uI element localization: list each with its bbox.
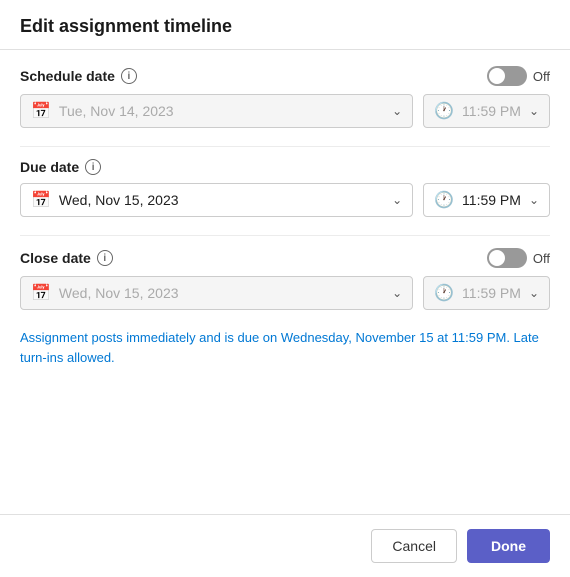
close-date-time-row: 📅 Wed, Nov 15, 2023 ⌄ 🕐 11:59 PM ⌄ (20, 276, 550, 310)
cancel-button[interactable]: Cancel (371, 529, 457, 563)
dialog-footer: Cancel Done (0, 514, 570, 577)
schedule-date-info-icon[interactable]: i (121, 68, 137, 84)
dialog-header: Edit assignment timeline (0, 0, 570, 50)
due-calendar-icon: 📅 (31, 190, 51, 210)
due-time-picker[interactable]: 🕐 11:59 PM ⌄ (423, 183, 550, 217)
due-date-chevron-icon: ⌄ (392, 193, 402, 207)
close-date-chevron-icon: ⌄ (392, 286, 402, 300)
close-date-info-icon[interactable]: i (97, 250, 113, 266)
schedule-date-label-group: Schedule date i (20, 68, 137, 84)
close-date-value: Wed, Nov 15, 2023 (59, 285, 384, 301)
schedule-time-icon: 🕐 (434, 101, 454, 121)
schedule-date-toggle[interactable] (487, 66, 527, 86)
schedule-date-time-row: 📅 Tue, Nov 14, 2023 ⌄ 🕐 11:59 PM ⌄ (20, 94, 550, 128)
schedule-date-toggle-label: Off (533, 69, 550, 84)
close-date-label: Close date (20, 250, 91, 266)
edit-assignment-timeline-dialog: Edit assignment timeline Schedule date i… (0, 0, 570, 577)
divider-2 (20, 235, 550, 236)
schedule-time-picker[interactable]: 🕐 11:59 PM ⌄ (423, 94, 550, 128)
close-date-section: Close date i Off 📅 Wed, Nov 15, 2023 ⌄ (20, 248, 550, 310)
close-date-toggle[interactable] (487, 248, 527, 268)
due-time-icon: 🕐 (434, 190, 454, 210)
due-date-label-group: Due date i (20, 159, 101, 175)
due-date-picker[interactable]: 📅 Wed, Nov 15, 2023 ⌄ (20, 183, 413, 217)
due-date-label: Due date (20, 159, 79, 175)
due-date-info-icon[interactable]: i (85, 159, 101, 175)
close-time-picker[interactable]: 🕐 11:59 PM ⌄ (423, 276, 550, 310)
due-time-chevron-icon: ⌄ (529, 193, 539, 207)
schedule-date-chevron-icon: ⌄ (392, 104, 402, 118)
schedule-time-chevron-icon: ⌄ (529, 104, 539, 118)
due-date-time-row: 📅 Wed, Nov 15, 2023 ⌄ 🕐 11:59 PM ⌄ (20, 183, 550, 217)
schedule-date-picker[interactable]: 📅 Tue, Nov 14, 2023 ⌄ (20, 94, 413, 128)
close-date-header: Close date i Off (20, 248, 550, 268)
close-date-label-group: Close date i (20, 250, 113, 266)
due-time-value: 11:59 PM (462, 192, 521, 208)
close-date-toggle-label: Off (533, 251, 550, 266)
dialog-title: Edit assignment timeline (20, 16, 232, 36)
due-date-header: Due date i (20, 159, 550, 175)
due-date-value: Wed, Nov 15, 2023 (59, 192, 384, 208)
divider-1 (20, 146, 550, 147)
schedule-date-value: Tue, Nov 14, 2023 (59, 103, 384, 119)
close-time-value: 11:59 PM (462, 285, 521, 301)
close-calendar-icon: 📅 (31, 283, 51, 303)
close-time-icon: 🕐 (434, 283, 454, 303)
schedule-date-toggle-knob (489, 68, 505, 84)
info-text: Assignment posts immediately and is due … (20, 328, 550, 367)
done-button[interactable]: Done (467, 529, 550, 563)
close-time-chevron-icon: ⌄ (529, 286, 539, 300)
dialog-body: Schedule date i Off 📅 Tue, Nov 14, 2023 … (0, 50, 570, 514)
schedule-date-toggle-group: Off (487, 66, 550, 86)
close-date-toggle-group: Off (487, 248, 550, 268)
close-date-picker[interactable]: 📅 Wed, Nov 15, 2023 ⌄ (20, 276, 413, 310)
schedule-date-section: Schedule date i Off 📅 Tue, Nov 14, 2023 … (20, 66, 550, 128)
schedule-calendar-icon: 📅 (31, 101, 51, 121)
schedule-time-value: 11:59 PM (462, 103, 521, 119)
schedule-date-label: Schedule date (20, 68, 115, 84)
close-date-toggle-knob (489, 250, 505, 266)
due-date-section: Due date i 📅 Wed, Nov 15, 2023 ⌄ 🕐 11:59… (20, 159, 550, 217)
schedule-date-header: Schedule date i Off (20, 66, 550, 86)
